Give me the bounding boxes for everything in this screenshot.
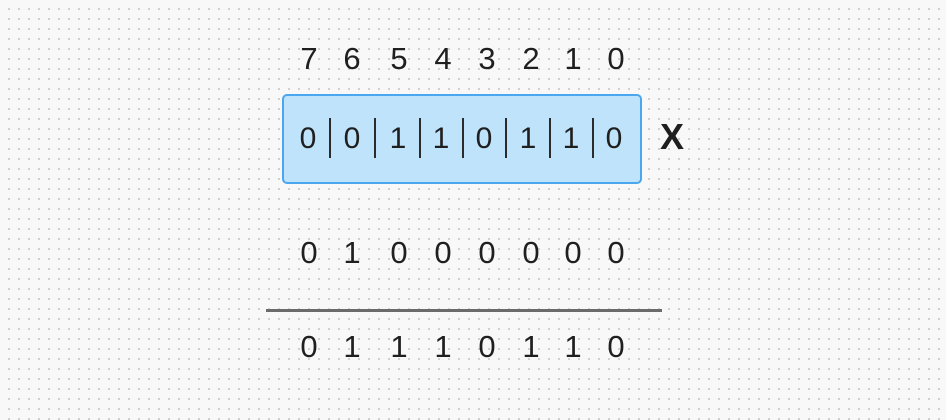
operand-bit: 1 xyxy=(343,235,361,270)
bit-separator xyxy=(329,118,331,158)
register-bit: 1 xyxy=(389,122,407,155)
bit-position-label: 7 xyxy=(300,41,318,76)
operand-bit: 0 xyxy=(607,235,625,270)
result-bit: 1 xyxy=(343,329,361,364)
bit-position-label: 3 xyxy=(478,41,496,76)
bit-position-label: 4 xyxy=(434,41,452,76)
result-bit: 1 xyxy=(522,329,540,364)
result-bit: 1 xyxy=(564,329,582,364)
result-row: 01110110 xyxy=(286,327,642,367)
operand-bit: 0 xyxy=(300,235,318,270)
result-bit: 0 xyxy=(607,329,625,364)
register-bit: 1 xyxy=(562,122,580,155)
register-bit: 1 xyxy=(519,122,537,155)
result-bit: 0 xyxy=(478,329,496,364)
result-bit: 1 xyxy=(434,329,452,364)
register-bit: 0 xyxy=(605,122,623,155)
operand-bit: 0 xyxy=(478,235,496,270)
bit-separator xyxy=(374,118,376,158)
bit-position-label: 6 xyxy=(343,41,361,76)
operand-bit: 0 xyxy=(390,235,408,270)
register-bit: 0 xyxy=(343,122,361,155)
operand-bit: 0 xyxy=(564,235,582,270)
operand-row: 01000000 xyxy=(286,233,642,273)
result-bit: 0 xyxy=(300,329,318,364)
bit-position-label: 5 xyxy=(390,41,408,76)
operand-bit: 0 xyxy=(434,235,452,270)
operand-bit: 0 xyxy=(522,235,540,270)
operator-symbol: X xyxy=(660,116,685,157)
register-bit: 0 xyxy=(299,122,317,155)
bit-position-label: 0 xyxy=(607,41,625,76)
bit-position-label: 1 xyxy=(564,41,582,76)
register-box: 00110110 xyxy=(282,94,642,184)
result-bit: 1 xyxy=(390,329,408,364)
register-bit: 1 xyxy=(432,122,450,155)
bit-position-row: 76543210 xyxy=(286,39,642,79)
result-divider-line xyxy=(266,309,662,312)
bit-separator xyxy=(505,118,507,158)
bit-position-label: 2 xyxy=(522,41,540,76)
register-bit: 0 xyxy=(475,122,493,155)
